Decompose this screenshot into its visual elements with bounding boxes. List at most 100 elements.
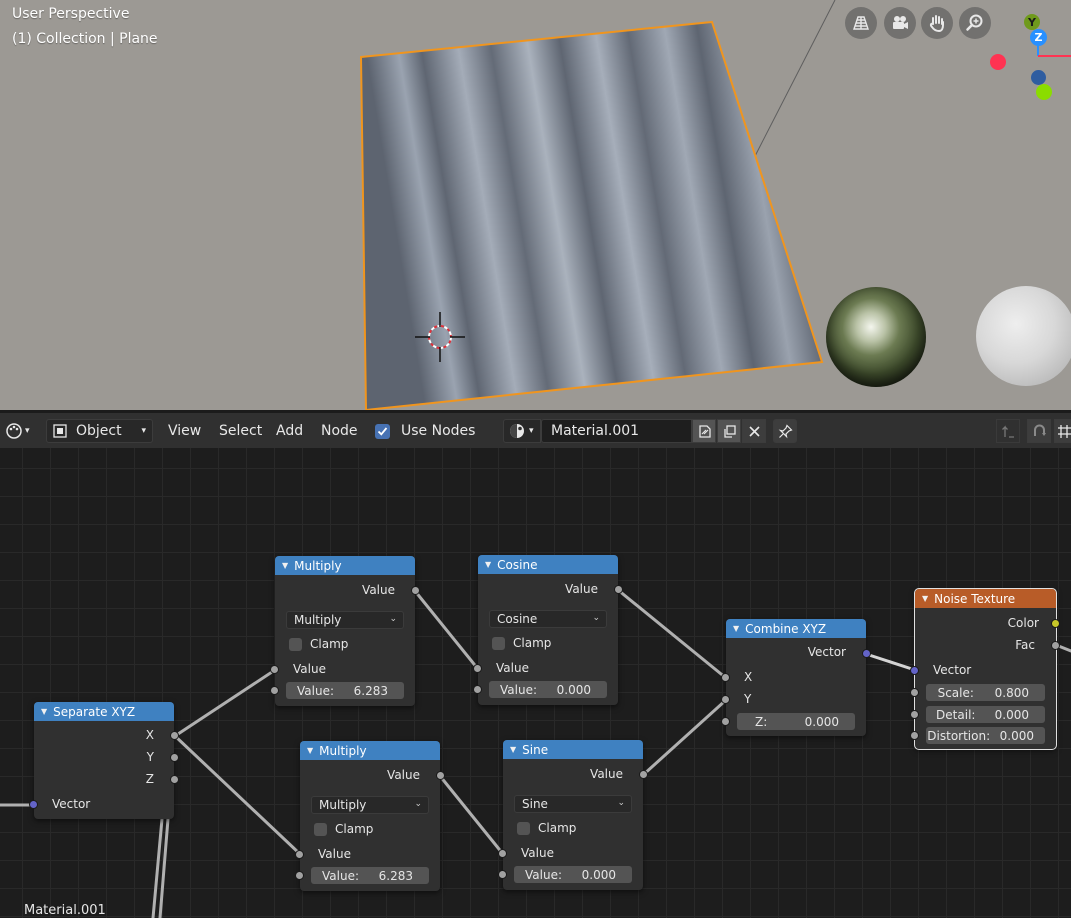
collapse-triangle-icon[interactable]: ▼ xyxy=(510,745,516,754)
input-socket-vector[interactable] xyxy=(910,666,919,675)
node-header[interactable]: ▼ Cosine xyxy=(478,555,618,574)
node-header[interactable]: ▼ Combine XYZ xyxy=(726,619,866,638)
input-socket-y[interactable] xyxy=(721,695,730,704)
clamp-checkbox[interactable] xyxy=(314,822,327,836)
output-socket[interactable] xyxy=(436,771,445,780)
input-socket[interactable] xyxy=(498,849,507,858)
unlink-material-button[interactable] xyxy=(742,419,766,443)
camera-view-button[interactable] xyxy=(884,7,916,39)
output-socket-z[interactable] xyxy=(170,775,179,784)
menu-node[interactable]: Node xyxy=(321,419,358,443)
gizmo-neg-z-handle[interactable] xyxy=(1031,70,1046,85)
toggle-ortho-button[interactable] xyxy=(845,7,877,39)
input-socket-x[interactable] xyxy=(721,673,730,682)
object-type-dropdown[interactable]: Object ▾ xyxy=(46,419,153,443)
operation-dropdown[interactable]: Multiply ⌄ xyxy=(286,611,404,629)
pan-view-button[interactable] xyxy=(921,7,953,39)
noise-texture-node[interactable]: ▼ Noise Texture Color Fac Vector Scale: 0.… xyxy=(910,588,1060,750)
collapse-triangle-icon[interactable]: ▼ xyxy=(922,594,928,603)
clamp-toggle[interactable]: Clamp xyxy=(314,822,373,836)
collapse-triangle-icon[interactable]: ▼ xyxy=(41,707,47,716)
detail-field[interactable]: Detail: 0.000 xyxy=(926,706,1045,723)
fake-user-button[interactable] xyxy=(692,419,716,443)
input-socket[interactable] xyxy=(473,664,482,673)
input-socket-distortion[interactable] xyxy=(910,731,919,740)
operation-dropdown[interactable]: Cosine ⌄ xyxy=(489,610,607,628)
node-header[interactable]: ▼ Separate XYZ xyxy=(34,702,174,721)
output-socket-y[interactable] xyxy=(170,753,179,762)
selected-plane[interactable] xyxy=(359,20,824,410)
collapse-triangle-icon[interactable]: ▼ xyxy=(282,561,288,570)
input-socket-z[interactable] xyxy=(721,717,730,726)
input-socket-vector[interactable] xyxy=(29,800,38,809)
combine-xyz-node[interactable]: ▼ Combine XYZ Vector X Y Z: 0.000 xyxy=(721,619,871,736)
value-field[interactable]: Value: 0.000 xyxy=(489,681,607,698)
input-socket[interactable] xyxy=(295,871,304,880)
collapse-triangle-icon[interactable]: ▼ xyxy=(307,746,313,755)
input-socket[interactable] xyxy=(473,685,482,694)
output-socket[interactable] xyxy=(614,585,623,594)
collapse-triangle-icon[interactable]: ▼ xyxy=(733,624,739,633)
output-socket-fac[interactable] xyxy=(1051,641,1060,650)
snap-element-button[interactable] xyxy=(1054,419,1071,443)
zoom-view-button[interactable] xyxy=(959,7,991,39)
gizmo-neg-x-handle[interactable] xyxy=(990,54,1006,70)
separate-xyz-node[interactable]: ▼ Separate XYZ X Y Z Vector xyxy=(29,702,179,819)
link-cosine-to-combine-x xyxy=(616,588,728,680)
material-name-field[interactable]: Material.001 xyxy=(541,419,692,443)
pin-button[interactable] xyxy=(773,419,797,443)
input-socket[interactable] xyxy=(295,850,304,859)
3d-viewport[interactable]: User Perspective (1) Collection | Plane … xyxy=(0,0,1071,410)
node-header[interactable]: ▼ Sine xyxy=(503,740,643,759)
clamp-toggle[interactable]: Clamp xyxy=(492,636,551,650)
input-socket-scale[interactable] xyxy=(910,688,919,697)
input-socket[interactable] xyxy=(270,686,279,695)
operation-dropdown[interactable]: Sine ⌄ xyxy=(514,795,632,813)
input-socket[interactable] xyxy=(270,665,279,674)
input-socket[interactable] xyxy=(498,870,507,879)
node-header[interactable]: ▼ Noise Texture xyxy=(915,589,1056,608)
menu-select[interactable]: Select xyxy=(219,419,262,443)
value-field[interactable]: Value: 6.283 xyxy=(311,867,429,884)
node-header[interactable]: ▼ Multiply xyxy=(275,556,415,575)
node-editor-canvas[interactable]: ▼ Multiply Value Multiply ⌄ Clamp Value Va… xyxy=(0,448,1071,918)
value-field[interactable]: Value: 6.283 xyxy=(286,682,404,699)
distortion-field[interactable]: Distortion: 0.000 xyxy=(926,727,1045,744)
use-nodes-checkbox[interactable] xyxy=(375,423,390,439)
output-socket[interactable] xyxy=(411,586,420,595)
clamp-checkbox[interactable] xyxy=(517,821,530,835)
collapse-triangle-icon[interactable]: ▼ xyxy=(485,560,491,569)
clamp-checkbox[interactable] xyxy=(492,636,505,650)
sine-node[interactable]: ▼ Sine Value Sine ⌄ Clamp Value Value: 0.00… xyxy=(498,740,648,890)
parent-node-tree-button[interactable] xyxy=(996,419,1020,443)
input-socket-detail[interactable] xyxy=(910,710,919,719)
clamp-checkbox[interactable] xyxy=(289,637,302,651)
output-socket[interactable] xyxy=(639,770,648,779)
clamp-toggle[interactable]: Clamp xyxy=(517,821,576,835)
field-label: Value: xyxy=(322,868,359,883)
value-field[interactable]: Value: 0.000 xyxy=(514,866,632,883)
snapping-button[interactable] xyxy=(1027,419,1051,443)
output-socket-color[interactable] xyxy=(1051,619,1060,628)
gizmo-y-axis-handle[interactable]: Y xyxy=(1024,14,1040,30)
gizmo-neg-y-handle[interactable] xyxy=(1036,84,1052,100)
menu-view[interactable]: View xyxy=(168,419,201,443)
gizmo-z-axis-handle[interactable]: Z xyxy=(1030,29,1047,46)
cosine-node[interactable]: ▼ Cosine Value Cosine ⌄ Clamp Value Value:… xyxy=(473,555,623,705)
output-socket-vector[interactable] xyxy=(862,649,871,658)
node-header[interactable]: ▼ Multiply xyxy=(300,741,440,760)
node-title: Combine XYZ xyxy=(745,621,827,636)
editor-type-selector[interactable]: ▾ xyxy=(2,419,36,443)
menu-add[interactable]: Add xyxy=(276,419,303,443)
duplicate-material-button[interactable] xyxy=(717,419,741,443)
field-value: 6.283 xyxy=(353,683,388,698)
scale-field[interactable]: Scale: 0.800 xyxy=(926,684,1045,701)
output-socket-x[interactable] xyxy=(170,731,179,740)
use-nodes-toggle[interactable]: Use Nodes xyxy=(375,419,475,443)
browse-material-button[interactable]: ▾ xyxy=(503,419,541,443)
operation-dropdown[interactable]: Multiply ⌄ xyxy=(311,796,429,814)
z-value-field[interactable]: Z: 0.000 xyxy=(737,713,855,730)
multiply-node-2[interactable]: ▼ Multiply Value Multiply ⌄ Clamp Value Va… xyxy=(295,741,445,891)
clamp-toggle[interactable]: Clamp xyxy=(289,637,348,651)
multiply-node-1[interactable]: ▼ Multiply Value Multiply ⌄ Clamp Value Va… xyxy=(270,556,420,706)
